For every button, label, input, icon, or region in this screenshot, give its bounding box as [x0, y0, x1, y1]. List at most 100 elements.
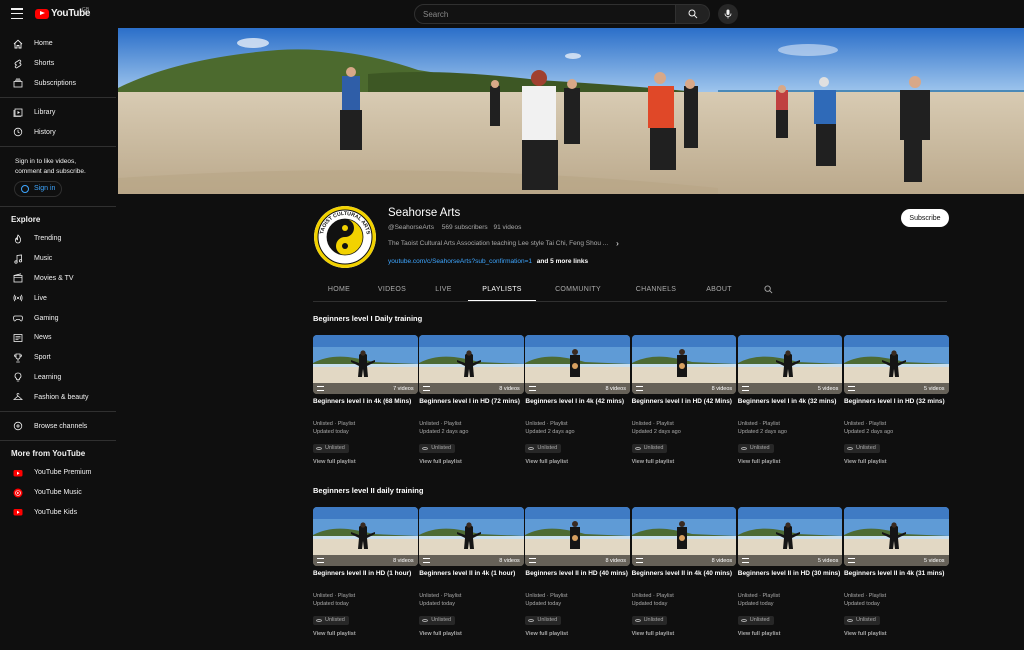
sidebar-item-youtube-kids[interactable]: YouTube Kids [0, 503, 116, 523]
sidebar-item-live[interactable]: Live [0, 288, 116, 308]
unlisted-icon [740, 446, 747, 450]
sign-in-button[interactable]: Sign in [14, 180, 62, 197]
view-full-playlist-link[interactable]: View full playlist [844, 631, 949, 637]
playlist-card[interactable]: 8 videos Beginners level II in HD (40 min… [525, 507, 630, 637]
sidebar-item-gaming[interactable]: Gaming [0, 308, 116, 328]
sidebar-item-label: YouTube Music [34, 489, 82, 497]
playlist-thumbnail[interactable]: 5 videos [737, 507, 843, 566]
playlist-card[interactable]: 7 videos Beginners level I in 4k (68 Mins… [313, 335, 418, 465]
playlist-thumbnail[interactable]: 8 videos [419, 507, 524, 566]
playlist-card[interactable]: 5 videos Beginners level II in HD (30 min… [737, 507, 843, 637]
playlist-card[interactable]: 5 videos Beginners level I in 4k (32 mins… [737, 335, 843, 465]
playlist-visibility: Unlisted · Playlist [525, 593, 568, 599]
unlisted-icon [422, 618, 429, 622]
add-circle-icon [12, 420, 24, 432]
playlist-video-count: 8 videos [605, 385, 626, 392]
view-full-playlist-link[interactable]: View full playlist [419, 459, 524, 465]
view-full-playlist-link[interactable]: View full playlist [632, 459, 737, 465]
playlist-title[interactable]: Beginners level I in HD (72 mins) [419, 398, 524, 415]
tab-about[interactable]: ABOUT [692, 277, 746, 301]
channel-avatar[interactable]: TAOIST CULTURAL ARTS ASSOCIATION [314, 206, 376, 268]
playlist-video-count: 5 videos [924, 385, 945, 392]
playlist-icon [847, 558, 855, 563]
playlist-card[interactable]: 8 videos Beginners level II in 4k (40 min… [631, 507, 737, 637]
sidebar-item-sport[interactable]: Sport [0, 348, 116, 368]
playlist-card[interactable]: 8 videos Beginners level I in 4k (42 mins… [525, 335, 630, 465]
badge-label: Unlisted [749, 617, 770, 624]
playlist-thumbnail[interactable]: 8 videos [631, 335, 737, 394]
channel-description[interactable]: The Taoist Cultural Arts Association tea… [388, 239, 619, 248]
playlist-thumbnail[interactable]: 8 videos [525, 335, 630, 394]
sidebar-item-learning[interactable]: Learning [0, 368, 116, 388]
tab-playlists[interactable]: PLAYLISTS [468, 277, 536, 301]
subscribe-button[interactable]: Subscribe [901, 209, 949, 227]
menu-icon[interactable] [11, 8, 23, 19]
sidebar-item-browse-channels[interactable]: Browse channels [0, 416, 116, 436]
sidebar-item-fashion[interactable]: Fashion & beauty [0, 387, 116, 407]
playlist-title[interactable]: Beginners level II in HD (30 mins) [738, 570, 843, 587]
playlist-thumbnail[interactable]: 7 videos [313, 335, 418, 394]
channel-search-button[interactable] [746, 277, 790, 301]
view-full-playlist-link[interactable]: View full playlist [419, 631, 524, 637]
view-full-playlist-link[interactable]: View full playlist [313, 459, 418, 465]
sidebar-item-library[interactable]: Library [0, 102, 116, 122]
tab-home[interactable]: HOME [313, 277, 365, 301]
playlist-thumbnail[interactable]: 8 videos [525, 507, 630, 566]
sidebar-item-label: Learning [34, 373, 62, 381]
playlist-visibility: Unlisted · Playlist [631, 593, 674, 599]
sidebar-item-shorts[interactable]: Shorts [0, 54, 116, 74]
playlist-card[interactable]: 8 videos Beginners level II in 4k (1 hour… [419, 507, 524, 637]
playlist-title[interactable]: Beginners level II in 4k (40 mins) [632, 570, 737, 587]
view-full-playlist-link[interactable]: View full playlist [632, 631, 737, 637]
playlist-card[interactable]: 5 videos Beginners level II in 4k (31 min… [843, 507, 949, 637]
channel-link[interactable]: youtube.com/c/SeahorseArts?sub_confirmat… [388, 258, 532, 265]
playlist-title[interactable]: Beginners level I in 4k (68 Mins) [313, 398, 418, 415]
sidebar-item-news[interactable]: News [0, 328, 116, 348]
view-full-playlist-link[interactable]: View full playlist [738, 459, 843, 465]
playlist-thumbnail[interactable]: 8 videos [419, 335, 524, 394]
voice-search-button[interactable] [718, 4, 738, 24]
sidebar-item-music[interactable]: Music [0, 249, 116, 269]
view-full-playlist-link[interactable]: View full playlist [738, 631, 843, 637]
playlist-card[interactable]: 8 videos Beginners level I in HD (42 Mins… [631, 335, 737, 465]
playlist-card[interactable]: 8 videos Beginners level I in HD (72 mins… [419, 335, 524, 465]
playlist-title[interactable]: Beginners level II in 4k (31 mins) [844, 570, 949, 587]
sidebar-item-home[interactable]: Home [0, 34, 116, 54]
playlist-thumbnail[interactable]: 5 videos [843, 335, 949, 394]
sidebar-item-youtube-premium[interactable]: YouTube Premium [0, 463, 116, 483]
playlist-thumbnail[interactable]: 5 videos [843, 507, 949, 566]
thumbnail-overlay: 8 videos [419, 383, 524, 394]
playlist-card[interactable]: 5 videos Beginners level I in HD (32 mins… [843, 335, 949, 465]
view-full-playlist-link[interactable]: View full playlist [844, 459, 949, 465]
sidebar-item-history[interactable]: History [0, 122, 116, 142]
tab-live[interactable]: LIVE [419, 277, 468, 301]
playlist-title[interactable]: Beginners level I in 4k (32 mins) [738, 398, 843, 415]
search-input[interactable] [414, 4, 676, 24]
playlist-title[interactable]: Beginners level II in 4k (1 hour) [419, 570, 524, 587]
tab-videos[interactable]: VIDEOS [365, 277, 419, 301]
playlist-thumbnail[interactable]: 8 videos [631, 507, 737, 566]
playlist-thumbnail[interactable]: 8 videos [313, 507, 418, 566]
tab-community[interactable]: COMMUNITY [536, 277, 620, 301]
view-full-playlist-link[interactable]: View full playlist [525, 631, 630, 637]
playlist-thumbnail[interactable]: 5 videos [737, 335, 843, 394]
playlist-card[interactable]: 8 videos Beginners level II in HD (1 hour… [313, 507, 418, 637]
playlist-title[interactable]: Beginners level I in 4k (42 mins) [525, 398, 630, 415]
playlist-title[interactable]: Beginners level I in HD (32 mins) [844, 398, 949, 415]
view-full-playlist-link[interactable]: View full playlist [313, 631, 418, 637]
more-links[interactable]: and 5 more links [537, 258, 588, 265]
playlist-title[interactable]: Beginners level I in HD (42 Mins) [632, 398, 737, 415]
unlisted-icon [528, 446, 535, 450]
playlist-title[interactable]: Beginners level II in HD (1 hour) [313, 570, 418, 587]
view-full-playlist-link[interactable]: View full playlist [525, 459, 630, 465]
search-button[interactable] [676, 4, 710, 24]
shelf-title[interactable]: Beginners level II daily training [313, 486, 423, 495]
sidebar-item-trending[interactable]: Trending [0, 229, 116, 249]
sidebar-item-movies[interactable]: Movies & TV [0, 269, 116, 289]
playlist-icon [529, 558, 537, 563]
shelf-title[interactable]: Beginners level I Daily training [313, 314, 422, 323]
sidebar-item-subscriptions[interactable]: Subscriptions [0, 74, 116, 94]
playlist-title[interactable]: Beginners level II in HD (40 mins) [525, 570, 630, 587]
sidebar-item-youtube-music[interactable]: YouTube Music [0, 483, 116, 503]
tab-channels[interactable]: CHANNELS [620, 277, 692, 301]
